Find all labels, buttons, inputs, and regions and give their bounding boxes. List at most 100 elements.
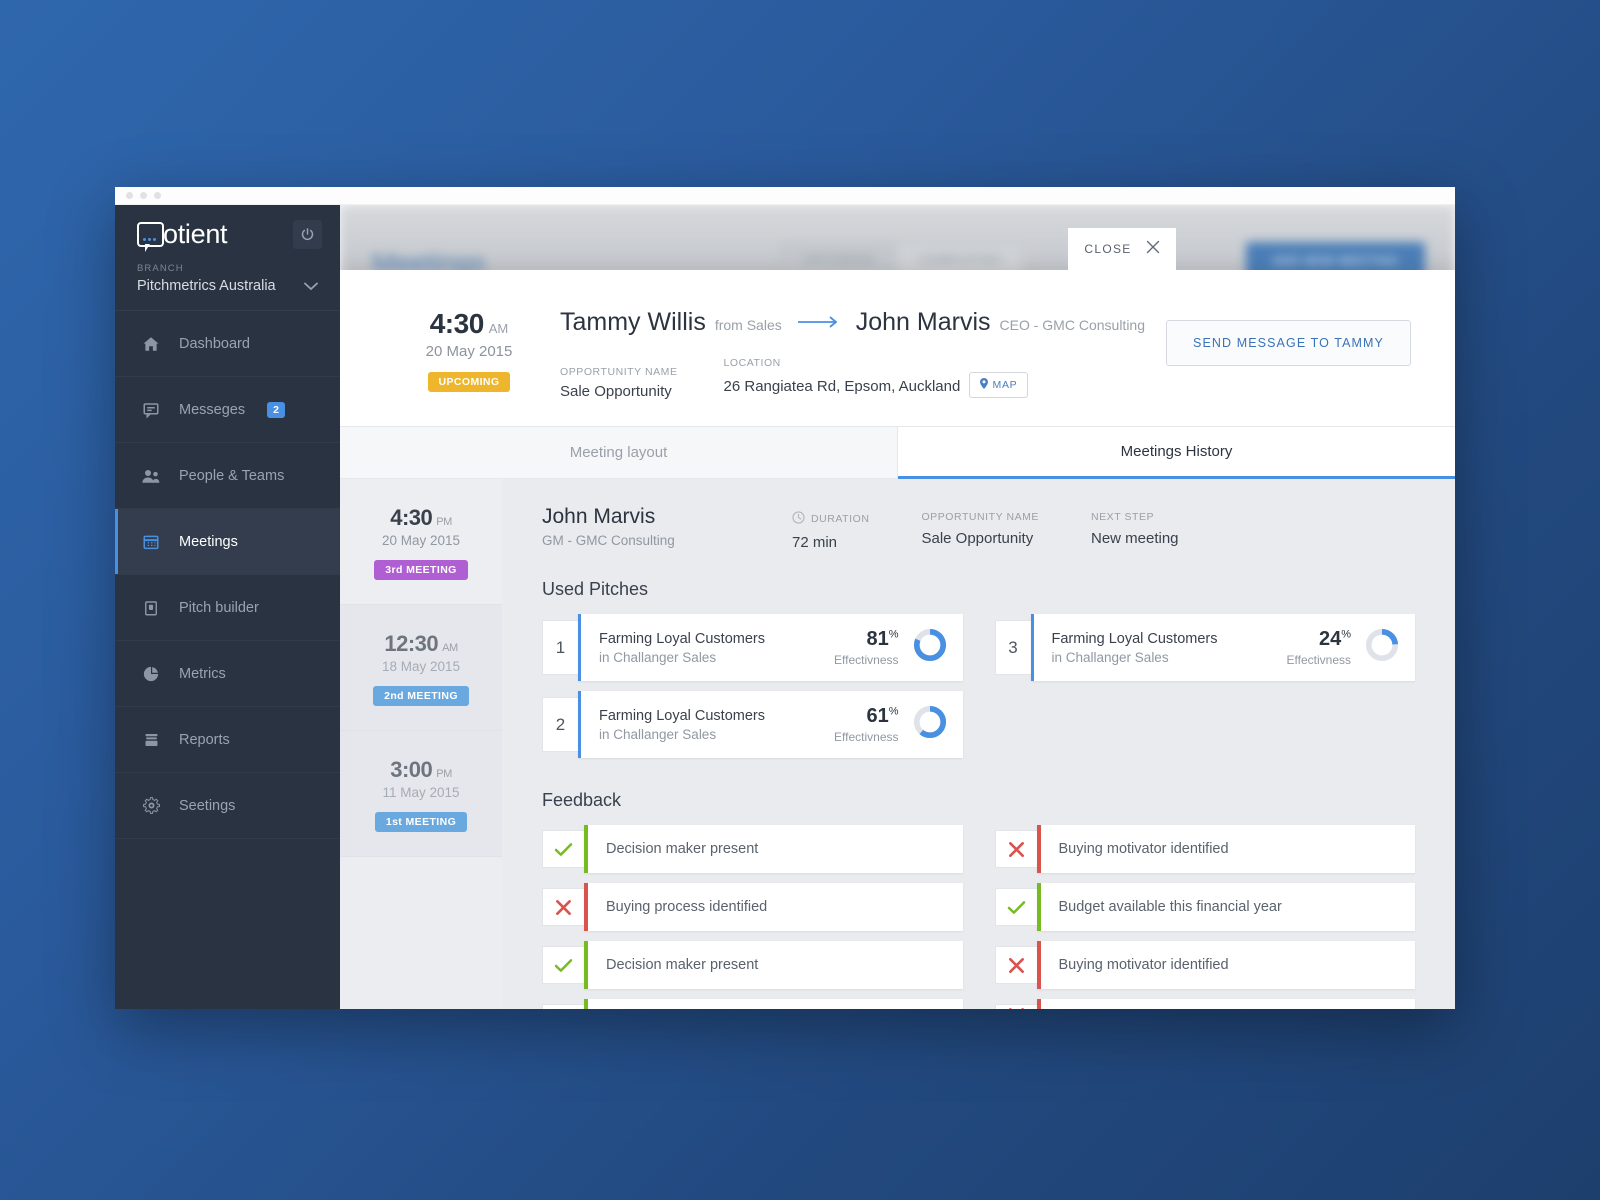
history-time: 4:30 PM — [390, 505, 452, 530]
power-icon[interactable] — [293, 219, 322, 249]
cross-icon — [994, 830, 1037, 868]
window-minimize-dot[interactable] — [140, 192, 147, 199]
sidebar-item-reports[interactable]: Reports — [115, 707, 340, 773]
pitch-effectiveness-value: 81% — [866, 628, 899, 650]
window-maximize-dot[interactable] — [154, 192, 161, 199]
archive-icon — [141, 731, 161, 749]
app-window: otient BRANCH Pitchmetrics Australia Das… — [115, 187, 1455, 1009]
sidebar-item-pitch-builder[interactable]: Pitch builder — [115, 575, 340, 641]
sidebar-item-messeges[interactable]: Messeges 2 — [115, 377, 340, 443]
check-icon — [542, 1004, 584, 1009]
pitch-index: 3 — [994, 620, 1031, 675]
meeting-date: 20 May 2015 — [425, 343, 513, 360]
branch-selector[interactable]: BRANCH Pitchmetrics Australia — [115, 263, 340, 311]
pitch-effectiveness-label: Effectivness — [834, 730, 899, 744]
feedback-grid: Decision maker present Buying process id… — [502, 825, 1455, 1009]
feedback-column-left: Decision maker present Buying process id… — [542, 825, 963, 1009]
sidebar-item-meetings[interactable]: Meetings — [115, 509, 340, 575]
detail-next-step: NEXT STEP New meeting — [1091, 505, 1179, 547]
chat-icon — [141, 401, 161, 419]
clock-icon — [792, 511, 805, 527]
pitch-row[interactable]: 2 Farming Loyal Customers in Challanger … — [542, 691, 963, 758]
sidebar-item-people-teams[interactable]: People & Teams — [115, 443, 340, 509]
history-date: 20 May 2015 — [381, 533, 461, 548]
feedback-row[interactable]: Budget available this financial year — [994, 883, 1415, 931]
feedback-text: Budget available this financial year — [1058, 899, 1282, 915]
history-date: 11 May 2015 — [382, 785, 460, 800]
detail-opportunity-value: Sale Opportunity — [921, 530, 1034, 547]
detail-summary: John Marvis GM - GMC Consulting DURATION — [502, 479, 1455, 573]
window-titlebar — [115, 187, 1455, 205]
tab-meeting-layout[interactable]: Meeting layout — [340, 427, 898, 479]
detail-duration: DURATION 72 min — [792, 505, 869, 551]
window-close-dot[interactable] — [126, 192, 133, 199]
history-badge: 3rd MEETING — [374, 560, 468, 580]
detail-person-role: GM - GMC Consulting — [542, 533, 675, 548]
sidebar-item-label: Reports — [179, 731, 230, 748]
pitch-row[interactable]: 3 Farming Loyal Customers in Challanger … — [994, 614, 1415, 681]
sidebar-item-seetings[interactable]: Seetings — [115, 773, 340, 839]
cross-icon — [994, 946, 1037, 984]
map-button-label: MAP — [992, 379, 1018, 391]
detail-opportunity-label: OPPORTUNITY NAME — [921, 511, 1039, 523]
feedback-text: Buying motivator identified — [1058, 841, 1229, 857]
feedback-row[interactable]: Decision maker present — [542, 825, 963, 873]
sidebar-item-metrics[interactable]: Metrics — [115, 641, 340, 707]
feedback-row[interactable]: Buying motivator identified — [994, 941, 1415, 989]
meeting-participants: Tammy Willis from Sales John Marvis CEO … — [554, 308, 1166, 400]
feedback-row[interactable] — [542, 999, 963, 1009]
pitch-title: Farming Loyal Customers — [1051, 630, 1218, 647]
history-time: 3:00 PM — [390, 757, 452, 782]
tab-meetings-history[interactable]: Meetings History — [898, 427, 1455, 479]
app-logo[interactable]: otient — [137, 219, 228, 252]
history-badge: 1st MEETING — [374, 812, 468, 832]
history-date: 18 May 2015 — [381, 659, 461, 674]
pitch-title: Farming Loyal Customers — [599, 630, 765, 647]
history-item[interactable]: 4:30 PM 20 May 2015 3rd MEETING — [340, 479, 502, 605]
next-step-value: New meeting — [1090, 530, 1179, 547]
pitch-index: 1 — [542, 620, 578, 675]
sidebar-item-dashboard[interactable]: Dashboard — [115, 311, 340, 377]
arrow-right-icon — [796, 310, 840, 332]
sidebar-item-label: Seetings — [179, 797, 236, 814]
detail-opportunity: OPPORTUNITY NAME Sale Opportunity — [921, 505, 1039, 547]
used-pitches-grid: 1 Farming Loyal Customers in Challanger … — [502, 614, 1455, 768]
pitch-effectiveness-value: 61% — [866, 705, 899, 727]
meeting-ampm: AM — [488, 321, 509, 336]
feedback-row[interactable]: Buying process identified — [542, 883, 963, 931]
feedback-row[interactable]: Buying motivator identified — [994, 825, 1415, 873]
close-modal-button[interactable]: CLOSE — [1068, 228, 1176, 270]
meeting-when: 4:30 AM 20 May 2015 UPCOMING — [384, 308, 554, 392]
location-value: 26 Rangiatea Rd, Epsom, Auckland MAP — [724, 372, 1029, 400]
sidebar-item-label: Metrics — [179, 665, 226, 682]
location-label: LOCATION — [723, 357, 781, 369]
send-message-button[interactable]: SEND MESSAGE TO TAMMY — [1166, 320, 1411, 366]
opportunity-field: OPPORTUNITY NAME Sale Opportunity — [560, 366, 678, 400]
branch-name: Pitchmetrics Australia — [137, 278, 276, 294]
history-item[interactable]: 12:30 AM 18 May 2015 2nd MEETING — [340, 605, 502, 731]
detail-person: John Marvis GM - GMC Consulting — [542, 505, 792, 548]
meetings-history-list: 4:30 PM 20 May 2015 3rd MEETING 12:30 AM 1… — [340, 479, 502, 1009]
pitches-column-right: 3 Farming Loyal Customers in Challanger … — [994, 614, 1415, 768]
sidebar-item-label: Dashboard — [179, 335, 250, 352]
meeting-time: 4:30 AM — [429, 308, 509, 339]
feedback-row[interactable]: Decision maker present — [542, 941, 963, 989]
cross-icon — [542, 888, 584, 926]
pitch-subtitle: in Challanger Sales — [599, 726, 717, 742]
pitch-row[interactable]: 1 Farming Loyal Customers in Challanger … — [542, 614, 963, 681]
feedback-row[interactable] — [994, 999, 1415, 1009]
meeting-detail-modal: 4:30 AM 20 May 2015 UPCOMING Tammy Willis… — [340, 270, 1455, 1009]
donut-chart-icon — [1365, 628, 1399, 667]
people-icon — [141, 467, 161, 485]
messages-badge: 2 — [267, 401, 285, 418]
map-button[interactable]: MAP — [968, 372, 1029, 398]
history-item[interactable]: 3:00 PM 11 May 2015 1st MEETING — [340, 731, 502, 857]
chevron-down-icon — [304, 279, 318, 294]
sidebar: otient BRANCH Pitchmetrics Australia Das… — [115, 205, 340, 1009]
clipboard-icon — [141, 599, 161, 617]
status-badge: UPCOMING — [427, 372, 511, 392]
cross-icon — [994, 1004, 1037, 1009]
used-pitches-title: Used Pitches — [542, 579, 649, 599]
duration-value: 72 min — [792, 534, 838, 551]
to-person-role: CEO - GMC Consulting — [999, 317, 1145, 333]
